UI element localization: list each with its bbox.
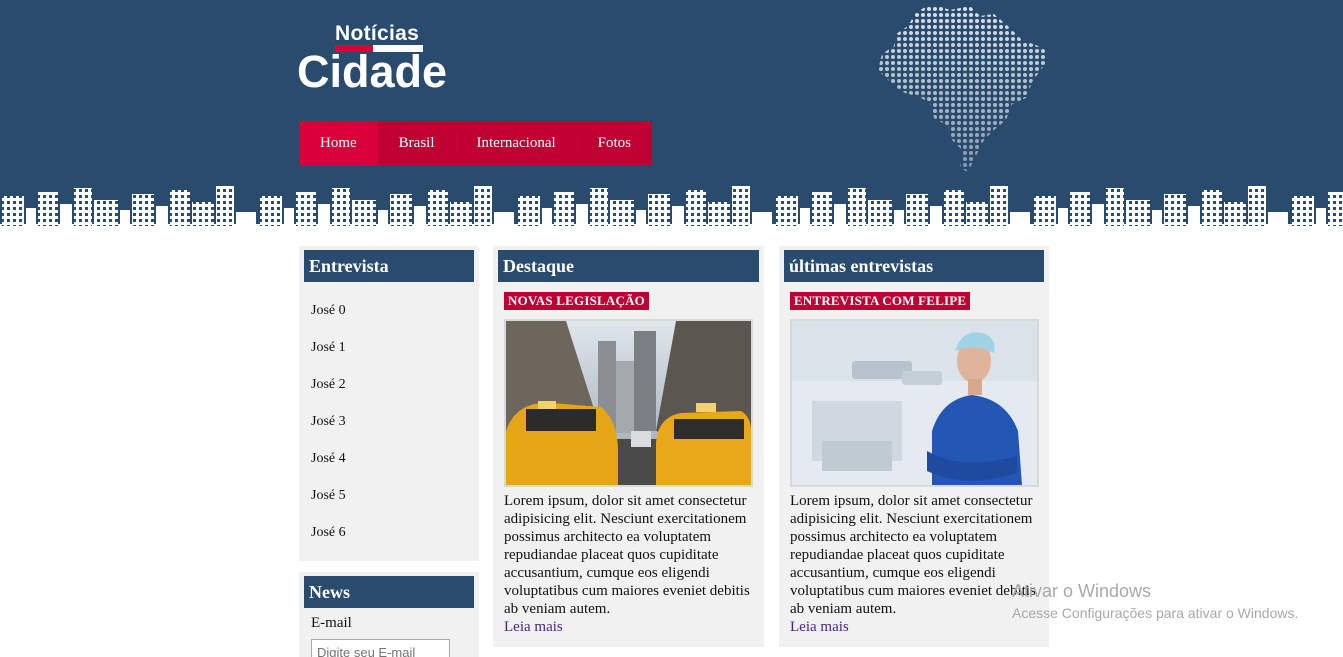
site-header: Notícias Cidade Home Brasil Internaciona… [0,0,1343,228]
entrevista-list: José 0 José 1 José 2 José 3 José 4 José … [299,282,479,551]
doctor-photo [790,319,1039,487]
sidebar-entrevista: Entrevista José 0 José 1 José 2 José 3 J… [299,246,479,561]
card-text: Lorem ipsum, dolor sit amet consectetur … [790,493,1036,617]
card-title: Destaque [498,250,759,282]
sidebar-entrevista-title: Entrevista [304,250,474,282]
logo-main-text: Cidade [297,46,448,97]
card-title: últimas entrevistas [784,250,1044,282]
entrevista-item-0[interactable]: José 0 [311,292,479,329]
nav-item-brasil[interactable]: Brasil [377,121,456,165]
entrevista-item-1[interactable]: José 1 [311,329,479,366]
email-label: E-mail [311,615,352,631]
city-taxis-photo [504,319,753,487]
card-ultimas-entrevistas: últimas entrevistas ENTREVISTA COM FELIP… [779,246,1049,647]
site-logo[interactable]: Notícias Cidade [297,22,467,102]
watermark-title: Ativar o Windows [1012,581,1152,601]
brazil-map-graphic [872,0,1052,180]
windows-activation-watermark: Ativar o Windows Acesse Configurações pa… [1012,581,1298,621]
sidebar-news: News E-mail [299,572,479,657]
card-text: Lorem ipsum, dolor sit amet consectetur … [504,493,750,617]
main-nav: Home Brasil Internacional Fotos [299,121,652,165]
entrevista-item-4[interactable]: José 4 [311,440,479,477]
entrevista-item-3[interactable]: José 3 [311,403,479,440]
logo-top-text: Notícias [335,22,420,45]
city-skyline-graphic [0,186,1343,228]
entrevista-item-6[interactable]: José 6 [311,514,479,551]
nav-item-home[interactable]: Home [299,121,378,165]
nav-item-internacional[interactable]: Internacional [455,121,577,165]
email-field[interactable] [311,639,450,657]
card-tag: ENTREVISTA COM FELIPE [790,292,971,310]
card-destaque: Destaque NOVAS LEGISLAÇÃO Lorem ipsum, d… [493,246,764,647]
nav-item-fotos[interactable]: Fotos [576,121,652,165]
watermark-subtitle: Acesse Configurações para ativar o Windo… [1012,605,1299,621]
entrevista-item-2[interactable]: José 2 [311,366,479,403]
entrevista-item-5[interactable]: José 5 [311,477,479,514]
read-more-link[interactable]: Leia mais [779,618,1049,636]
read-more-link[interactable]: Leia mais [493,618,764,636]
sidebar-news-title: News [304,576,474,608]
card-tag: NOVAS LEGISLAÇÃO [504,292,649,310]
